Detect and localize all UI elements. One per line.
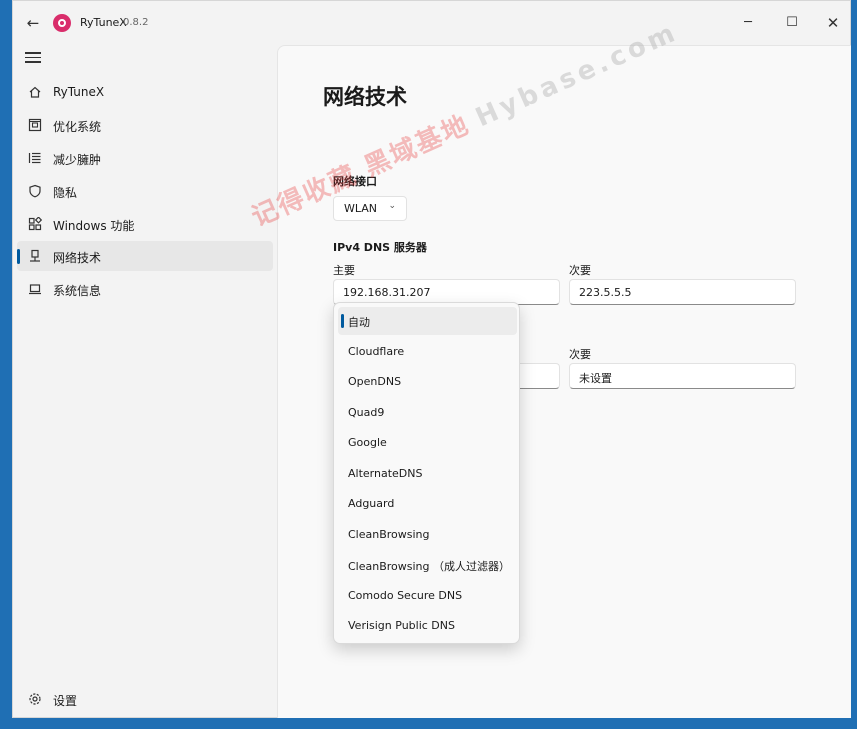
- secondary-dns-value-2: 未设置: [579, 372, 612, 385]
- secondary-dns-input-2b[interactable]: 未设置: [569, 363, 796, 389]
- back-button[interactable]: ←: [23, 13, 43, 33]
- sidebar-item-label: 优化系统: [53, 120, 102, 134]
- debloat-list-icon: [27, 150, 43, 166]
- home-icon: [27, 84, 43, 100]
- optimize-icon: [27, 117, 43, 133]
- sidebar-item-rytunex[interactable]: RyTuneX: [17, 77, 273, 107]
- sidebar-item-label: 网络技术: [53, 251, 102, 265]
- sidebar-item-label: RyTuneX: [53, 85, 105, 99]
- sidebar-item-optimize[interactable]: 优化系统: [17, 110, 273, 140]
- laptop-icon: [27, 281, 43, 297]
- dropdown-option[interactable]: Quad9: [338, 399, 517, 427]
- dropdown-option[interactable]: AlternateDNS: [338, 460, 517, 488]
- dropdown-option[interactable]: Adguard: [338, 490, 517, 518]
- dropdown-option[interactable]: Cloudflare: [338, 338, 517, 366]
- close-button[interactable]: ✕: [819, 11, 847, 35]
- app-version: 0.8.2: [123, 17, 149, 28]
- secondary-dns-label-2: 次要: [569, 348, 591, 361]
- dropdown-option[interactable]: OpenDNS: [338, 368, 517, 396]
- minimize-button[interactable]: ─: [734, 11, 762, 35]
- interface-value: WLAN: [344, 202, 378, 215]
- sidebar-item-label: 减少臃肿: [53, 153, 102, 167]
- sidebar-item-windows-features[interactable]: Windows 功能: [17, 209, 273, 239]
- dropdown-option[interactable]: 自动: [338, 307, 517, 335]
- app-logo-icon: [53, 14, 71, 32]
- sidebar-item-privacy[interactable]: 隐私: [17, 176, 273, 206]
- sidebar-item-settings[interactable]: 设置: [17, 684, 273, 714]
- network-icon: [27, 248, 43, 264]
- primary-dns-value: 192.168.31.207: [343, 286, 431, 299]
- dropdown-option[interactable]: CleanBrowsing: [338, 521, 517, 549]
- dropdown-option[interactable]: CleanBrowsing （成人过滤器）: [338, 551, 517, 579]
- dropdown-option[interactable]: Google: [338, 429, 517, 457]
- hamburger-menu-icon[interactable]: [25, 49, 41, 67]
- sidebar-item-label: 设置: [53, 694, 78, 708]
- title-bar: ← RyTuneX 0.8.2 ─ ☐ ✕: [13, 1, 850, 45]
- app-title: RyTuneX: [80, 16, 127, 29]
- sidebar-item-label: 系统信息: [53, 284, 102, 298]
- gear-icon: [27, 691, 43, 707]
- page-title: 网络技术: [323, 85, 407, 109]
- sidebar-item-network[interactable]: 网络技术: [17, 241, 273, 271]
- interface-combobox[interactable]: WLAN ⌄: [333, 196, 407, 221]
- dropdown-option[interactable]: Verisign Public DNS: [338, 612, 517, 640]
- primary-dns-label: 主要: [333, 264, 355, 277]
- dns-provider-dropdown[interactable]: 自动 Cloudflare OpenDNS Quad9 Google Alter…: [333, 302, 520, 644]
- sidebar-item-debloat[interactable]: 减少臃肿: [17, 143, 273, 173]
- shield-icon: [27, 183, 43, 199]
- secondary-dns-input[interactable]: 223.5.5.5: [569, 279, 796, 305]
- maximize-button[interactable]: ☐: [778, 11, 806, 35]
- sidebar-item-label: 隐私: [53, 186, 78, 200]
- sidebar-item-label: Windows 功能: [53, 219, 135, 233]
- secondary-dns-label: 次要: [569, 264, 591, 277]
- dropdown-option[interactable]: Comodo Secure DNS: [338, 582, 517, 610]
- chevron-down-icon: ⌄: [388, 201, 396, 211]
- ipv4-dns-label: IPv4 DNS 服务器: [333, 241, 427, 254]
- secondary-dns-value: 223.5.5.5: [579, 286, 632, 299]
- sidebar-item-system-info[interactable]: 系统信息: [17, 274, 273, 304]
- windows-features-icon: [27, 216, 43, 232]
